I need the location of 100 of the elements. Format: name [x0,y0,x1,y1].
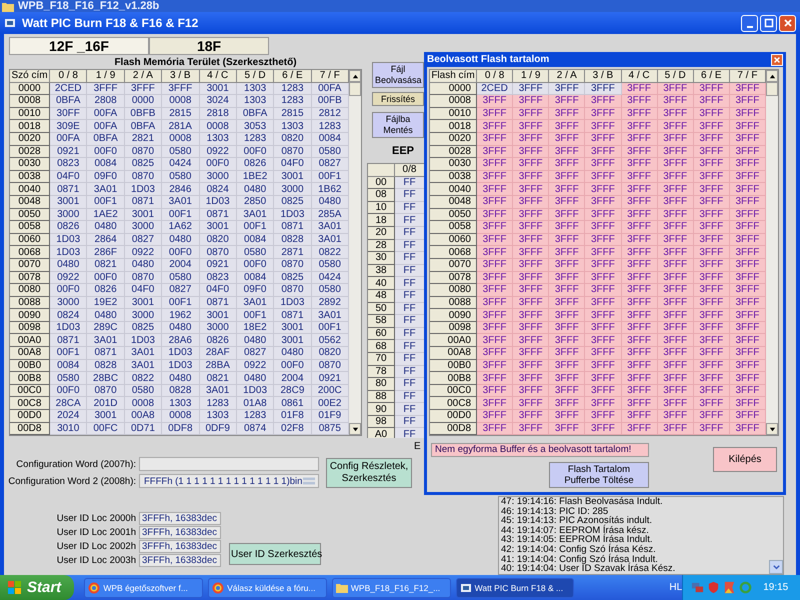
table-cell[interactable]: 0580 [162,170,200,184]
table-cell[interactable]: 0826 [87,284,125,297]
input-field[interactable]: 3FFFh, 16383dec [139,554,221,567]
table-cell[interactable]: 2846 [162,183,200,196]
table-cell[interactable]: 1D03 [200,196,237,209]
table-cell[interactable]: 00F0 [50,384,88,398]
table-cell[interactable]: 0580 [236,246,274,259]
table-cell[interactable]: 0871 [50,183,88,196]
table-cell[interactable]: 09F0 [87,170,125,184]
table-cell[interactable]: 0480 [50,258,88,272]
table-cell[interactable]: 2CED [50,82,88,96]
table-cell[interactable]: 3A01 [162,196,200,209]
table-cell[interactable]: 0480 [87,309,125,322]
log-list[interactable] [498,496,784,575]
table-cell[interactable]: 1D03 [50,246,88,259]
table-cell[interactable]: FF [395,403,425,416]
table-cell[interactable]: 1283 [236,410,274,423]
table-cell[interactable]: 2004 [162,258,200,272]
table-cell[interactable]: 0828 [162,384,200,398]
table-cell[interactable]: 3024 [200,95,237,108]
table-cell[interactable]: 00F0 [274,360,312,372]
table-cell[interactable]: 00F0 [162,246,200,259]
table-cell[interactable]: 0008 [124,397,162,410]
table-cell[interactable]: FF [395,252,425,265]
table-cell[interactable]: 0008 [162,132,200,146]
table-cell[interactable]: 1B62 [312,183,349,196]
table-cell[interactable]: 0825 [124,158,162,171]
table-cell[interactable]: FF [395,315,425,328]
table-cell[interactable]: 1303 [200,132,237,146]
table-cell[interactable]: 3FFF [162,82,200,96]
table-cell[interactable]: 0480 [162,322,200,334]
exit-button[interactable]: Kilépés [713,447,777,472]
table-cell[interactable]: 0826 [200,334,237,348]
table-cell[interactable]: FF [395,378,425,391]
table-cell[interactable]: 1303 [236,95,274,108]
scroll-up-button[interactable] [349,70,361,82]
table-cell[interactable]: 1303 [200,410,237,423]
table-cell[interactable]: 3001 [200,82,237,96]
table-cell[interactable]: 0827 [312,158,349,171]
table-cell[interactable]: 00F0 [50,284,88,297]
table-cell[interactable]: 3000 [50,208,88,222]
taskbar-item[interactable]: WPB_F18_F16_F12_... [332,578,451,598]
table-cell[interactable]: 2871 [274,246,312,259]
table-cell[interactable]: 2818 [200,108,237,120]
table-cell[interactable]: 0825 [274,272,312,284]
tab[interactable]: 18F [149,37,269,55]
table-cell[interactable]: 0871 [50,334,88,348]
table-cell[interactable]: 00FA [87,108,125,120]
table-cell[interactable]: 00FC [87,422,125,436]
table-cell[interactable]: 0870 [274,258,312,272]
table-cell[interactable]: 1283 [274,95,312,108]
table-cell[interactable]: 0922 [124,246,162,259]
table-cell[interactable]: 0824 [200,183,237,196]
table-cell[interactable]: 0BFA [50,95,88,108]
table-cell[interactable]: 28CA [50,397,88,410]
table-cell[interactable]: 281A [162,120,200,133]
table-cell[interactable]: 1A62 [162,221,200,234]
table-cell[interactable]: 3A01 [200,384,237,398]
action-button[interactable]: Fájl Beolvasása [372,62,424,88]
minimize-button[interactable] [741,14,758,32]
taskbar-item[interactable]: Watt PIC Burn F18 & ... [456,578,574,598]
language-indicator[interactable]: HL [669,582,682,593]
table-cell[interactable]: 00FB [312,95,349,108]
table-cell[interactable]: 3010 [50,422,88,436]
table-cell[interactable]: 3000 [124,309,162,322]
table-cell[interactable]: 0480 [236,334,274,348]
table-cell[interactable]: 01F8 [274,410,312,423]
table-cell[interactable]: 04F0 [124,284,162,297]
table-cell[interactable]: 1D03 [274,296,312,310]
table-cell[interactable]: 00A8 [124,410,162,423]
table-cell[interactable]: 2808 [87,95,125,108]
input-field[interactable]: 3FFFh, 16383dec [139,512,221,525]
table-cell[interactable]: 0480 [236,372,274,385]
table-cell[interactable]: 0580 [312,284,349,297]
table-cell[interactable]: 0828 [274,234,312,246]
table-cell[interactable]: 201D [87,397,125,410]
table-cell[interactable]: 0480 [162,234,200,246]
table-cell[interactable]: 3A01 [124,347,162,360]
table-cell[interactable]: 0580 [162,146,200,158]
table-cell[interactable]: 0922 [200,146,237,158]
table-cell[interactable]: 0824 [50,309,88,322]
table-cell[interactable]: 0861 [274,397,312,410]
table-cell[interactable]: 0084 [50,360,88,372]
table-cell[interactable]: 0580 [162,272,200,284]
taskbar-item[interactable]: Válasz küldése a fóru... [208,578,327,598]
table-cell[interactable]: 0825 [274,196,312,209]
table-cell[interactable]: 0084 [87,158,125,171]
table-cell[interactable]: 1D03 [162,360,200,372]
table-cell[interactable]: 1283 [274,82,312,96]
table-cell[interactable]: 3000 [274,183,312,196]
table-cell[interactable]: 0823 [200,272,237,284]
table-cell[interactable]: 00F0 [87,272,125,284]
table-cell[interactable]: 0822 [124,372,162,385]
table-cell[interactable]: 00FA [50,132,88,146]
table-cell[interactable]: 3000 [124,221,162,234]
taskbar-item[interactable]: WPB égetőszoftver f... [84,578,204,598]
table-cell[interactable]: 289C [87,322,125,334]
table-cell[interactable]: FF [395,189,425,202]
table-cell[interactable]: 0921 [50,146,88,158]
table-cell[interactable]: 0008 [162,95,200,108]
